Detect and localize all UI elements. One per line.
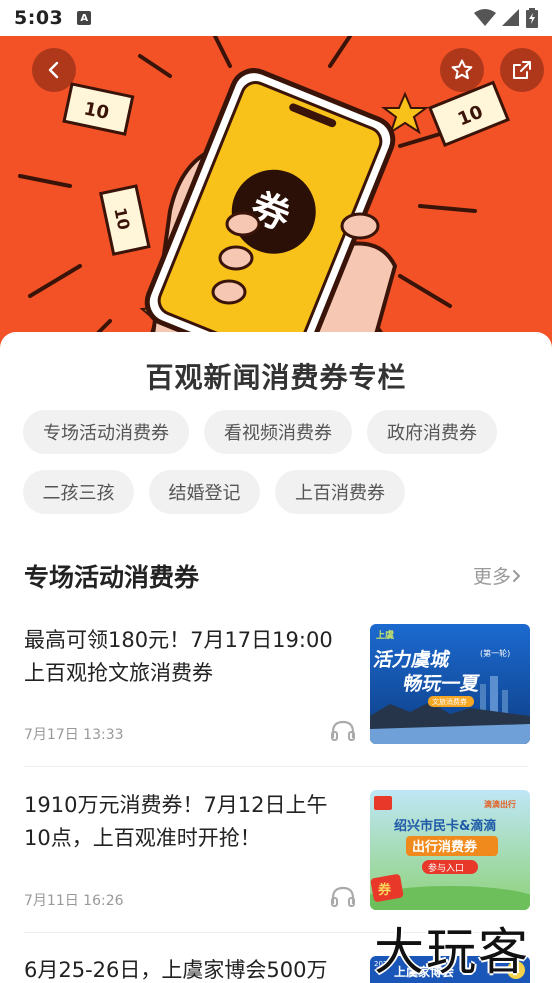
chip-government-coupons[interactable]: 政府消费券 (367, 410, 497, 454)
chip-marriage-registration[interactable]: 结婚登记 (149, 470, 260, 514)
thumb-badge: (第一轮) (480, 648, 510, 658)
burst-line (28, 264, 82, 298)
share-icon (513, 61, 531, 79)
thumbnail-image: 上虞 活力虞城 (第一轮) 畅玩一夏 文旅消费券 (370, 624, 530, 744)
watermark: 大玩客 (374, 923, 530, 981)
status-icons (474, 8, 538, 28)
back-button[interactable] (32, 48, 76, 92)
more-label: 更多 (473, 566, 512, 588)
article-title: 1910万元消费券！7月12日上午 10点，上百观准时开抢！ (24, 789, 354, 855)
list-item[interactable]: 最高可领180元！7月17日19:00 上百观抢文旅消费券 7月17日 13:3… (0, 620, 552, 765)
cash-bill-right: 10 (428, 80, 510, 148)
thumb-stamp: 券 (377, 882, 392, 898)
favorite-button[interactable] (440, 48, 484, 92)
signal-icon (502, 9, 519, 26)
wifi-icon (474, 9, 496, 26)
chip-second-third-child[interactable]: 二孩三孩 (23, 470, 134, 514)
chip-special-events[interactable]: 专场活动消费券 (23, 410, 189, 454)
article-title: 最高可领180元！7月17日19:00 上百观抢文旅消费券 (24, 624, 354, 690)
burst-line (213, 36, 232, 68)
more-link[interactable]: 更多 (473, 562, 523, 589)
article-title-line: 10点，上百观准时开抢！ (24, 826, 261, 850)
thumb-line2: 畅玩一夏 (401, 672, 482, 695)
thumb-brand: 滴滴出行 (484, 799, 516, 809)
article-title-line: 最高可领180元！7月17日19:00 (24, 628, 333, 652)
article-date: 7月17日 13:33 (24, 727, 124, 743)
list-divider (24, 766, 528, 767)
thumb-brand: 上虞 (376, 629, 395, 641)
status-bar: 5:03 A (0, 0, 552, 36)
chevron-left-icon (48, 61, 59, 79)
chevron-right-icon (513, 569, 521, 582)
article-title-line: 6月25-26日，上虞家博会500万 (24, 958, 328, 982)
finger-shape (211, 279, 247, 305)
finger-shape (340, 212, 380, 240)
thumb-button: 参与入口 (428, 862, 464, 874)
article-title-line: 上百观抢文旅消费券 (24, 661, 213, 685)
article-date: 7月11日 16:26 (24, 893, 124, 909)
burst-line (398, 274, 452, 308)
battery-icon (526, 8, 538, 28)
share-button[interactable] (500, 48, 544, 92)
chip-shangbai-coupons[interactable]: 上百消费券 (275, 470, 405, 514)
star-icon (451, 59, 473, 80)
article-thumbnail[interactable]: 滴滴出行 绍兴市民卡&滴滴 出行消费券 参与入口 券 (370, 790, 530, 910)
page-title: 百观新闻消费券专栏 (145, 361, 407, 394)
thumb-tag: 文旅消费券 (432, 697, 467, 706)
cash-bill-left: 10 (62, 82, 135, 136)
article-title: 6月25-26日，上虞家博会500万 (24, 954, 354, 983)
screen: 5:03 A 10 10 10 券 百观新闻消费券专栏 专场活动消费券 看视频消… (0, 0, 552, 983)
burst-line (418, 204, 477, 213)
notification-a-icon: A (77, 11, 92, 25)
burst-line (18, 174, 72, 188)
thumb-line1: 绍兴市民卡&滴滴 (394, 818, 496, 834)
headphones-icon[interactable] (330, 720, 356, 742)
chip-video-coupons[interactable]: 看视频消费券 (204, 410, 352, 454)
status-time: 5:03 (14, 7, 64, 29)
list-item[interactable]: 1910万元消费券！7月12日上午 10点，上百观准时开抢！ 7月11日 16:… (0, 786, 552, 931)
thumbnail-image: 滴滴出行 绍兴市民卡&滴滴 出行消费券 参与入口 券 (370, 790, 530, 910)
cash-bill-bottom: 10 (99, 184, 151, 256)
burst-line (328, 36, 352, 68)
finger-shape (218, 245, 254, 271)
section-title: 专场活动消费券 (24, 563, 200, 592)
headphones-icon[interactable] (330, 886, 356, 908)
article-title-line: 1910万元消费券！7月12日上午 (24, 793, 328, 817)
article-thumbnail[interactable]: 上虞 活力虞城 (第一轮) 畅玩一夏 文旅消费券 (370, 624, 530, 744)
burst-line (138, 54, 172, 78)
finger-shape (225, 211, 261, 237)
thumb-line2: 出行消费券 (412, 839, 478, 855)
thumb-line1: 活力虞城 (372, 648, 452, 671)
